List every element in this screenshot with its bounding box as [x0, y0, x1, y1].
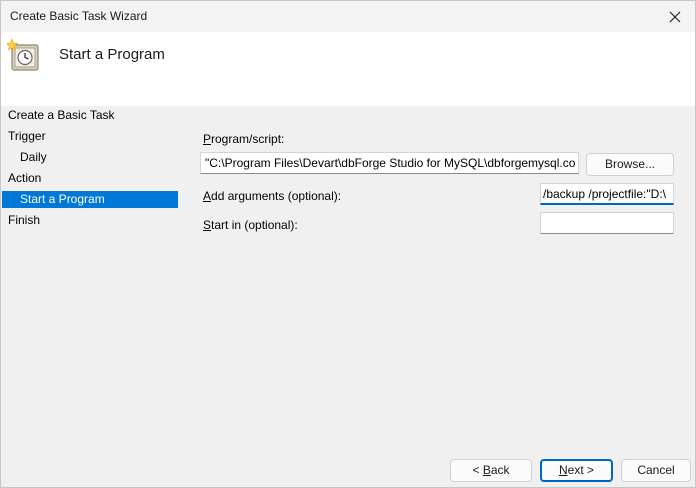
wizard-steps: Create a Basic Task Trigger Daily Action…	[1, 106, 181, 306]
program-script-label: Program/script:	[203, 132, 285, 146]
arguments-input[interactable]: /backup /projectfile:"D:\	[540, 183, 674, 205]
step-daily[interactable]: Daily	[2, 149, 47, 166]
program-script-input[interactable]: "C:\Program Files\Devart\dbForge Studio …	[200, 152, 579, 174]
start-in-input[interactable]	[540, 212, 674, 234]
step-trigger[interactable]: Trigger	[8, 128, 46, 145]
title-bar: Create Basic Task Wizard	[1, 1, 695, 32]
close-button[interactable]	[655, 1, 695, 32]
window-title: Create Basic Task Wizard	[10, 9, 148, 23]
next-button[interactable]: Next >	[540, 459, 613, 482]
step-start-a-program[interactable]: Start a Program	[2, 191, 178, 208]
back-button[interactable]: < Back	[450, 459, 532, 482]
cancel-button[interactable]: Cancel	[621, 459, 691, 482]
browse-button[interactable]: Browse...	[586, 153, 674, 176]
scheduled-task-clock-icon	[7, 38, 39, 71]
wizard-window: Create Basic Task Wizard Start a Program…	[0, 0, 696, 488]
arguments-label: Add arguments (optional):	[203, 189, 342, 203]
close-icon	[669, 11, 681, 22]
step-finish[interactable]: Finish	[8, 212, 40, 229]
page-heading: Start a Program	[59, 46, 165, 63]
step-action[interactable]: Action	[8, 170, 41, 187]
wizard-header: Start a Program	[1, 32, 695, 106]
start-in-label: Start in (optional):	[203, 218, 298, 232]
step-create-basic-task[interactable]: Create a Basic Task	[8, 107, 115, 124]
